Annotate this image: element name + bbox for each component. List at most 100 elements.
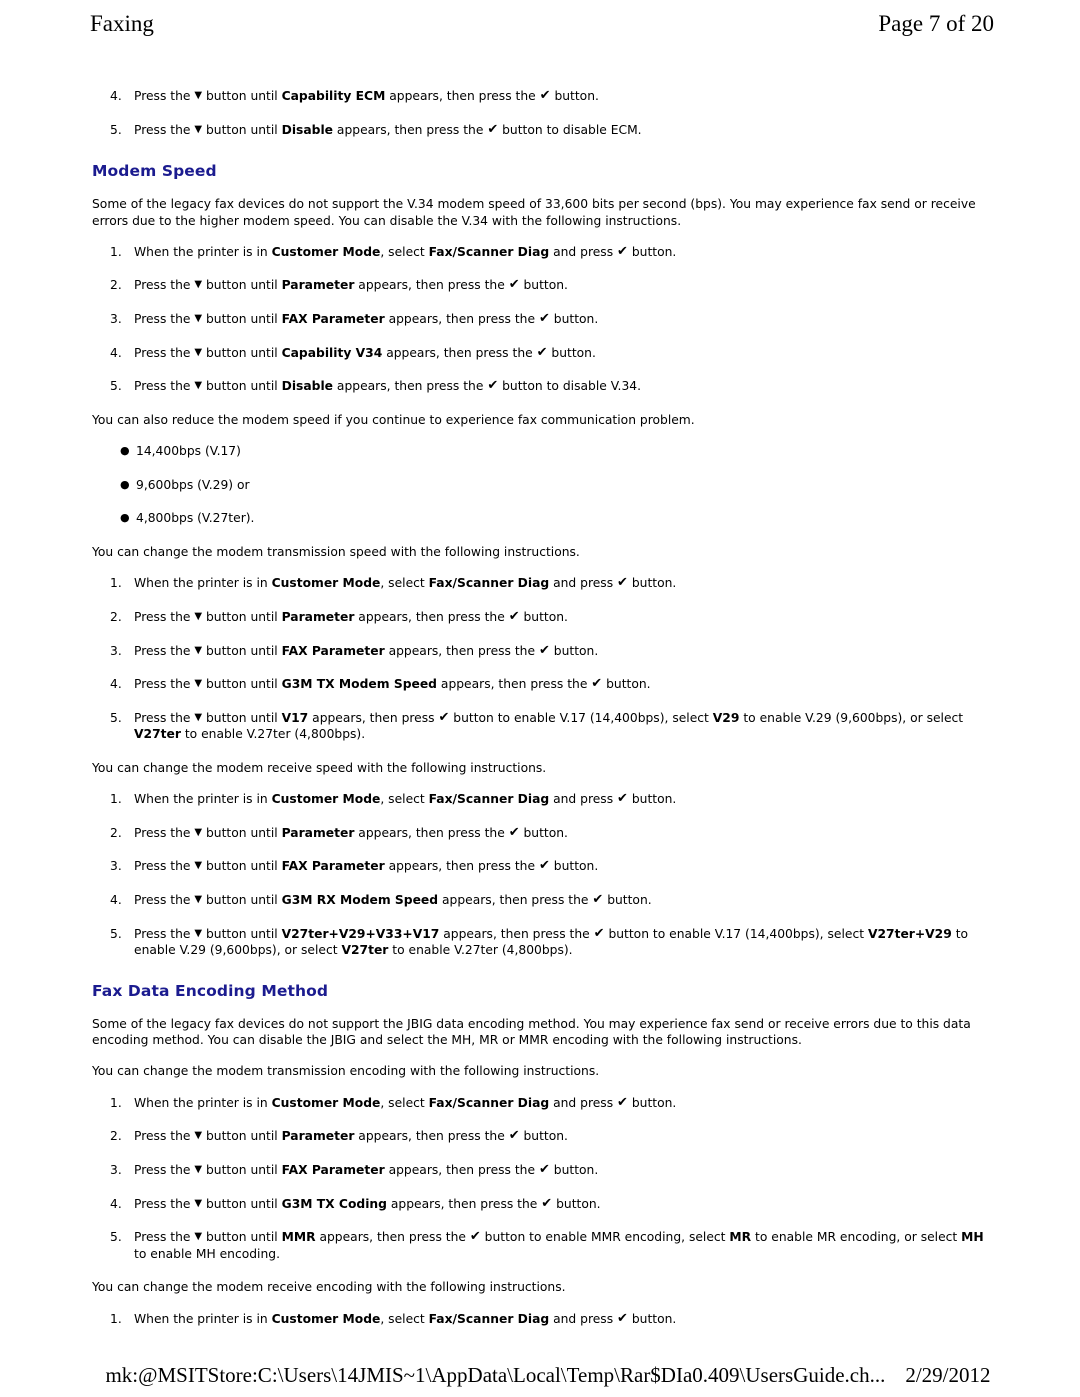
page-header: Faxing Page 7 of 20 xyxy=(0,0,1080,46)
bullet-label: 14,400bps (V.17) xyxy=(136,444,241,459)
down-arrow-icon: ▼ xyxy=(194,860,203,872)
step-number: 2. xyxy=(110,609,122,624)
fax-encoding-tx-steps: 1. When the printer is in Customer Mode, … xyxy=(92,1095,992,1263)
check-icon: ✔ xyxy=(538,311,550,327)
down-arrow-icon: ▼ xyxy=(194,123,203,135)
step-number: 5. xyxy=(110,1230,122,1245)
down-arrow-icon: ▼ xyxy=(194,380,203,392)
down-arrow-icon: ▼ xyxy=(194,346,203,358)
step-number: 1. xyxy=(110,1095,122,1110)
check-icon: ✔ xyxy=(508,824,520,840)
procedure-step: 3. Press the ▼ button until FAX Parameter… xyxy=(92,643,992,660)
bullet-list-item: ● 14,400bps (V.17) xyxy=(92,443,992,460)
down-arrow-icon: ▼ xyxy=(194,279,203,291)
check-icon: ✔ xyxy=(617,243,628,259)
down-arrow-icon: ▼ xyxy=(194,1197,203,1209)
procedure-step: 5. Press the ▼ button until Disable appea… xyxy=(92,122,992,139)
check-icon: ✔ xyxy=(508,277,520,293)
modem-speed-tx-steps: 1. When the printer is in Customer Mode, … xyxy=(92,575,992,743)
step-number: 5. xyxy=(110,122,122,137)
step-number: 5. xyxy=(110,710,122,725)
down-arrow-icon: ▼ xyxy=(194,927,203,939)
step-text: Press the ▼ button until V17 appears, th… xyxy=(134,709,964,742)
step-text: Press the ▼ button until Parameter appea… xyxy=(134,277,568,293)
modem-speed-intro-paragraph: Some of the legacy fax devices do not su… xyxy=(92,197,976,228)
modem-speed-tx-note: You can change the modem transmission sp… xyxy=(92,544,580,559)
bullet-icon: ● xyxy=(120,444,130,458)
step-number: 2. xyxy=(110,825,122,840)
procedure-step: 4. Press the ▼ button until Capability V3… xyxy=(92,345,992,362)
page-header-title: Faxing xyxy=(90,10,154,36)
step-text: Press the ▼ button until Disable appears… xyxy=(134,378,642,394)
step-text: Press the ▼ button until Capability V34 … xyxy=(134,344,596,360)
fax-encoding-rx-note: You can change the modem receive encodin… xyxy=(92,1280,566,1295)
procedure-step: 5. Press the ▼ button until MMR appears, … xyxy=(92,1229,992,1262)
down-arrow-icon: ▼ xyxy=(194,678,203,690)
procedure-step: 4. Press the ▼ button until Capability EC… xyxy=(92,88,992,105)
procedure-step: 1. When the printer is in Customer Mode, … xyxy=(92,1095,992,1112)
step-text: Press the ▼ button until Parameter appea… xyxy=(134,1128,568,1144)
procedure-step: 5. Press the ▼ button until V27ter+V29+V3… xyxy=(92,926,992,959)
modem-speed-disable-steps: 1. When the printer is in Customer Mode, … xyxy=(92,244,992,395)
procedure-step: 1. When the printer is in Customer Mode, … xyxy=(92,244,992,261)
step-text: Press the ▼ button until G3M TX Coding a… xyxy=(134,1195,601,1211)
down-arrow-icon: ▼ xyxy=(194,1130,203,1142)
fax-encoding-tx-note: You can change the modem transmission en… xyxy=(92,1064,600,1079)
procedure-step: 1. When the printer is in Customer Mode, … xyxy=(92,575,992,592)
down-arrow-icon: ▼ xyxy=(194,313,203,325)
procedure-step: 3. Press the ▼ button until FAX Parameter… xyxy=(92,858,992,875)
section-heading-modem-speed: Modem Speed xyxy=(92,162,217,181)
procedure-step: 5. Press the ▼ button until V17 appears, … xyxy=(92,710,992,743)
step-text: Press the ▼ button until FAX Parameter a… xyxy=(134,642,599,658)
step-number: 2. xyxy=(110,278,122,293)
step-text: When the printer is in Customer Mode, se… xyxy=(134,1310,677,1326)
step-number: 5. xyxy=(110,379,122,394)
step-number: 3. xyxy=(110,1163,122,1177)
step-number: 5. xyxy=(110,926,122,941)
down-arrow-icon: ▼ xyxy=(194,1231,203,1243)
section-heading-fax-data-encoding-method: Fax Data Encoding Method xyxy=(92,981,329,1000)
step-text: Press the ▼ button until FAX Parameter a… xyxy=(134,1162,599,1177)
step-number: 1. xyxy=(110,792,122,807)
step-text: Press the ▼ button until Capability ECM … xyxy=(134,88,599,103)
check-icon: ✔ xyxy=(538,642,550,658)
page-number-label: Page 7 of 20 xyxy=(878,10,994,36)
step-text: Press the ▼ button until Parameter appea… xyxy=(134,608,568,624)
step-number: 4. xyxy=(110,89,122,103)
modem-speed-rx-note: You can change the modem receive speed w… xyxy=(92,760,547,775)
down-arrow-icon: ▼ xyxy=(194,644,203,656)
procedure-step: 2. Press the ▼ button until Parameter app… xyxy=(92,1128,992,1145)
check-icon: ✔ xyxy=(508,1128,520,1144)
fax-encoding-rx-steps: 1. When the printer is in Customer Mode, … xyxy=(92,1311,992,1328)
down-arrow-icon: ▼ xyxy=(194,90,203,101)
procedure-step: 4. Press the ▼ button until G3M RX Modem … xyxy=(92,892,992,909)
document-content: 4. Press the ▼ button until Capability EC… xyxy=(92,88,992,1344)
check-icon: ✔ xyxy=(487,121,499,137)
modem-speed-rx-steps: 1. When the printer is in Customer Mode, … xyxy=(92,791,992,959)
footer-source-path: mk:@MSITStore:C:\Users\14JMIS~1\AppData\… xyxy=(105,1363,886,1387)
step-number: 4. xyxy=(110,677,122,692)
step-text: When the printer is in Customer Mode, se… xyxy=(134,575,677,591)
check-icon: ✔ xyxy=(536,344,548,360)
step-text: Press the ▼ button until MMR appears, th… xyxy=(134,1229,984,1261)
step-text: When the printer is in Customer Mode, se… xyxy=(134,243,677,259)
check-icon: ✔ xyxy=(593,925,605,941)
step-number: 3. xyxy=(110,643,122,658)
step-number: 4. xyxy=(110,345,122,360)
down-arrow-icon: ▼ xyxy=(194,1164,203,1175)
procedure-step: 5. Press the ▼ button until Disable appea… xyxy=(92,378,992,395)
step-number: 2. xyxy=(110,1129,122,1144)
check-icon: ✔ xyxy=(617,1094,628,1110)
check-icon: ✔ xyxy=(438,709,450,725)
down-arrow-icon: ▼ xyxy=(194,826,203,838)
check-icon: ✔ xyxy=(617,791,628,807)
bullet-label: 4,800bps (V.27ter). xyxy=(136,511,255,526)
ecm-steps-list: 4. Press the ▼ button until Capability EC… xyxy=(92,88,992,138)
check-icon: ✔ xyxy=(541,1195,553,1211)
step-number: 4. xyxy=(110,893,122,907)
procedure-step: 1. When the printer is in Customer Mode, … xyxy=(92,791,992,808)
procedure-step: 4. Press the ▼ button until G3M TX Coding… xyxy=(92,1196,992,1213)
step-text: When the printer is in Customer Mode, se… xyxy=(134,791,677,807)
step-number: 3. xyxy=(110,859,122,874)
check-icon: ✔ xyxy=(538,1162,550,1177)
